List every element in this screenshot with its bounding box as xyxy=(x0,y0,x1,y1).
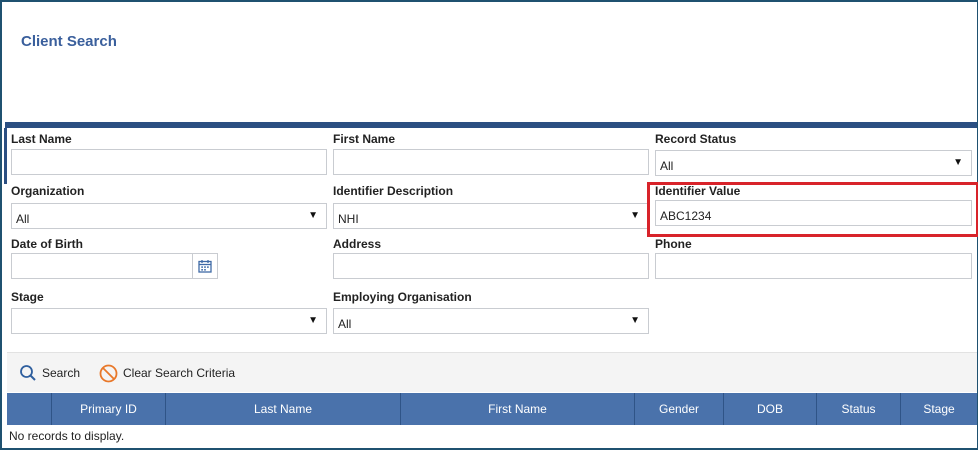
stage-label: Stage xyxy=(11,290,44,304)
address-input[interactable] xyxy=(333,253,649,279)
identifier-description-value: NHI xyxy=(338,212,359,226)
organization-select[interactable]: All ▼ xyxy=(11,203,327,229)
last-name-label: Last Name xyxy=(11,132,72,146)
employing-organisation-value: All xyxy=(338,317,352,331)
chevron-down-icon[interactable]: ▼ xyxy=(630,309,640,333)
date-of-birth-label: Date of Birth xyxy=(11,237,83,251)
clear-search-criteria-button[interactable]: Clear Search Criteria xyxy=(99,363,235,383)
client-search-window: Client Search Last Name First Name Recor… xyxy=(0,0,978,450)
page-title: Client Search xyxy=(21,33,117,50)
grid-column-last-name[interactable]: Last Name xyxy=(166,393,401,425)
chevron-down-icon[interactable]: ▼ xyxy=(630,204,640,228)
chevron-down-icon[interactable]: ▼ xyxy=(308,309,318,333)
calendar-icon xyxy=(198,260,212,273)
grid-column-gender[interactable]: Gender xyxy=(635,393,724,425)
search-toolbar: Search Clear Search Criteria xyxy=(7,352,977,392)
employing-organisation-select[interactable]: All ▼ xyxy=(333,308,649,334)
grid-column-select[interactable] xyxy=(7,393,52,425)
search-icon xyxy=(20,365,36,381)
grid-column-primary-id[interactable]: Primary ID xyxy=(52,393,166,425)
results-grid-header: Primary ID Last Name First Name Gender D… xyxy=(7,393,977,425)
stage-select[interactable]: ▼ xyxy=(11,308,327,334)
empty-grid-message: No records to display. xyxy=(9,429,125,443)
header-divider xyxy=(5,122,977,128)
employing-organisation-label: Employing Organisation xyxy=(333,290,472,304)
grid-column-first-name[interactable]: First Name xyxy=(401,393,635,425)
first-name-input[interactable] xyxy=(333,149,649,175)
record-status-label: Record Status xyxy=(655,132,737,146)
identifier-description-label: Identifier Description xyxy=(333,184,454,198)
grid-column-stage[interactable]: Stage xyxy=(901,393,977,425)
grid-column-status[interactable]: Status xyxy=(817,393,901,425)
grid-column-dob[interactable]: DOB xyxy=(724,393,817,425)
left-accent-bar xyxy=(4,128,7,184)
search-button-label: Search xyxy=(42,366,81,380)
organization-label: Organization xyxy=(11,184,85,198)
identifier-value-highlight xyxy=(647,182,978,237)
chevron-down-icon[interactable]: ▼ xyxy=(308,204,318,228)
record-status-select[interactable]: All ▼ xyxy=(655,150,972,176)
date-of-birth-input[interactable] xyxy=(11,253,193,279)
first-name-label: First Name xyxy=(333,132,396,146)
clear-search-criteria-label: Clear Search Criteria xyxy=(123,366,236,380)
last-name-input[interactable] xyxy=(11,149,327,175)
calendar-button[interactable] xyxy=(192,253,218,279)
search-button[interactable]: Search xyxy=(19,363,80,383)
address-label: Address xyxy=(333,237,382,251)
record-status-value: All xyxy=(660,159,674,173)
identifier-description-select[interactable]: NHI ▼ xyxy=(333,203,649,229)
prohibit-icon xyxy=(99,364,118,382)
chevron-down-icon[interactable]: ▼ xyxy=(953,151,963,175)
phone-label: Phone xyxy=(655,237,692,251)
organization-value: All xyxy=(16,212,30,226)
phone-input[interactable] xyxy=(655,253,972,279)
